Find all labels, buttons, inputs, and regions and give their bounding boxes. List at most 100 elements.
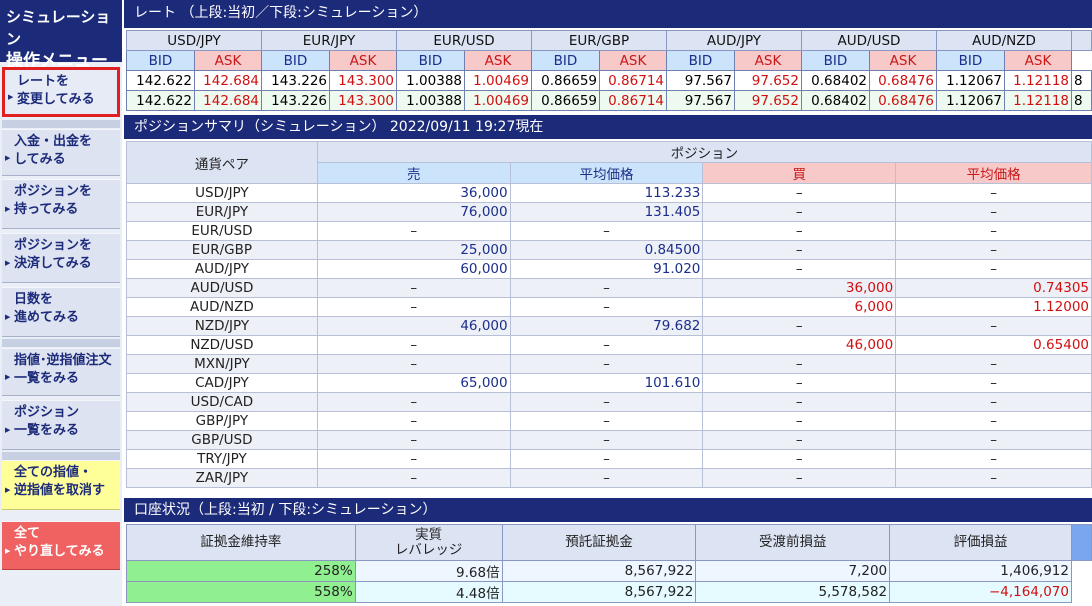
position-pair-cell: EUR/USD [126, 221, 318, 241]
position-column-header: ポジション [316, 141, 1092, 163]
ask-value: 0.68476 [869, 90, 937, 111]
position-pair-cell: USD/JPY [126, 183, 318, 203]
rate-pair-header: AUD/JPY [666, 30, 802, 51]
account-status-title: 口座状況（上段:当初 / 下段:シミュレーション） [124, 498, 1092, 522]
position-row: AUD/USD – –36,000 0.74305 [126, 278, 1092, 298]
position-row: GBP/USD – – – – [126, 430, 1092, 450]
position-pair-cell: CAD/JPY [126, 373, 318, 393]
rates-initial-row: 142.622 142.684 143.226 143.300 1.00388 1.0… [126, 70, 1092, 91]
rates-simulation-row: 142.622 142.684 143.226 143.300 1.00388 1.0… [126, 90, 1092, 111]
buy-amount-cell: – [702, 240, 897, 260]
sell-amount-cell: 65,000 [316, 373, 511, 393]
sell-avg-price-cell: – [509, 335, 704, 355]
sell-avg-price-cell: – [509, 278, 704, 298]
sidebar-title: シミュレーション 操作メニュー [0, 0, 122, 71]
order-list-button[interactable]: ▶ 指値･逆指値注文 一覧をみる [2, 348, 120, 396]
ask-value: 1.12118 [1004, 90, 1072, 111]
buy-avg-price-cell: – [895, 430, 1092, 450]
overflow-value: 8 [1071, 70, 1092, 91]
valuation-pl-value: −4,164,070 [889, 581, 1072, 603]
button-label-line1: ポジションを [14, 238, 93, 253]
position-pair-cell: NZD/JPY [126, 316, 318, 336]
bid-value: 0.68402 [801, 70, 870, 91]
advance-days-button[interactable]: ▶ 日数を 進めてみる [2, 287, 120, 337]
position-row: TRY/JPY – – – – [126, 449, 1092, 469]
leverage-value: 4.48倍 [354, 581, 503, 603]
change-rate-button[interactable]: ▶ レートを 変更してみる [2, 67, 120, 117]
sell-amount-cell: – [316, 278, 511, 298]
button-label-line1: 全て [14, 526, 41, 541]
position-row: CAD/JPY 65,000 101.610– – [126, 373, 1092, 393]
button-label-line2: 一覧をみる [14, 371, 80, 386]
ask-value: 142.684 [194, 90, 262, 111]
pre-settlement-pl-header: 受渡前損益 [695, 524, 891, 561]
buy-avg-price-cell: – [895, 240, 1092, 260]
buy-amount-cell: – [702, 221, 897, 241]
position-row: EUR/JPY 76,000 131.405– – [126, 202, 1092, 222]
buy-avg-price-cell: – [895, 468, 1092, 488]
arrow-right-icon: ▶ [5, 546, 11, 555]
buy-amount-cell: – [702, 316, 897, 336]
position-row: GBP/JPY – – – – [126, 411, 1092, 431]
bid-value: 143.226 [261, 70, 330, 91]
close-position-button[interactable]: ▶ ポジションを 決済してみる [2, 233, 120, 283]
overflow-cell [1070, 581, 1092, 603]
position-row: AUD/NZD – –6,000 1.12000 [126, 297, 1092, 317]
sell-avg-price-cell: – [509, 430, 704, 450]
position-pair-cell: AUD/JPY [126, 259, 318, 279]
button-label-line1: ポジションを [14, 184, 93, 199]
leverage-header: 実質 レバレッジ [354, 524, 503, 561]
buy-avg-price-cell: – [895, 354, 1092, 374]
open-position-button[interactable]: ▶ ポジションを 持ってみる [2, 179, 120, 229]
buy-amount-cell: – [702, 259, 897, 279]
buy-amount-cell: – [702, 202, 897, 222]
rate-pair-header-overflow [1071, 30, 1092, 51]
button-label-line2: 逆指値を取消す [14, 483, 106, 498]
position-pair-cell: AUD/USD [126, 278, 318, 298]
position-header-row: 通貨ペア ポジション [126, 141, 1092, 184]
position-row: NZD/JPY 46,000 79.682– – [126, 316, 1092, 336]
cancel-all-orders-button[interactable]: ▶ 全ての指値・ 逆指値を取消す [2, 460, 120, 510]
overflow-cell [1070, 560, 1092, 582]
button-label-line2: 決済してみる [14, 256, 92, 271]
sell-avg-price-cell: 0.84500 [509, 240, 704, 260]
sidebar-divider [2, 339, 120, 347]
position-pair-cell: AUD/NZD [126, 297, 318, 317]
deposit-withdraw-button[interactable]: ▶ 入金・出金を してみる [2, 129, 120, 176]
deposit-value: 8,567,922 [501, 560, 697, 582]
account-status-table: 証拠金維持率 実質 レバレッジ 預託証拠金 受渡前損益 評価損益 258% 9.… [126, 524, 1092, 603]
sidebar-title-line1: シミュレーション [6, 8, 111, 48]
position-row: EUR/GBP 25,000 0.84500– – [126, 240, 1092, 260]
buy-avg-price-cell: – [895, 221, 1092, 241]
sell-avg-price-cell: 91.020 [509, 259, 704, 279]
buy-amount-cell: 36,000 [702, 278, 897, 298]
account-header-row: 証拠金維持率 実質 レバレッジ 預託証拠金 受渡前損益 評価損益 [126, 524, 1092, 561]
valuation-pl-header: 評価損益 [889, 524, 1072, 561]
sell-amount-cell: – [316, 411, 511, 431]
position-pair-cell: EUR/JPY [126, 202, 318, 222]
sell-avg-price-cell: – [509, 354, 704, 374]
bid-header: BID [396, 50, 465, 71]
button-label-line1: 指値･逆指値注文 [14, 353, 112, 368]
rates-pair-row: USD/JPY EUR/JPY EUR/USD EUR/GBP AUD/JPY … [126, 30, 1092, 51]
ask-value: 142.684 [194, 70, 262, 91]
ask-header: ASK [869, 50, 937, 71]
arrow-right-icon: ▶ [5, 153, 11, 162]
reset-all-button[interactable]: ▶ 全て やり直してみる [2, 521, 120, 570]
position-summary-title: ポジションサマリ（シミュレーション） 2022/09/11 19:27現在 [124, 115, 1092, 139]
buy-avg-price-cell: 1.12000 [895, 297, 1092, 317]
deposit-value: 8,567,922 [501, 581, 697, 603]
sell-avg-price-cell: – [509, 449, 704, 469]
valuation-pl-value: 1,406,912 [889, 560, 1072, 582]
sell-amount-cell: 36,000 [316, 183, 511, 203]
sell-amount-cell: – [316, 297, 511, 317]
sell-avg-price-cell: 113.233 [509, 183, 704, 203]
buy-avg-price-cell: – [895, 183, 1092, 203]
sell-avg-price-cell: – [509, 221, 704, 241]
buy-amount-cell: – [702, 449, 897, 469]
sell-amount-cell: – [316, 468, 511, 488]
sell-amount-cell: 46,000 [316, 316, 511, 336]
bid-header: BID [531, 50, 600, 71]
position-list-button[interactable]: ▶ ポジション 一覧をみる [2, 400, 120, 450]
sell-amount-cell: – [316, 430, 511, 450]
